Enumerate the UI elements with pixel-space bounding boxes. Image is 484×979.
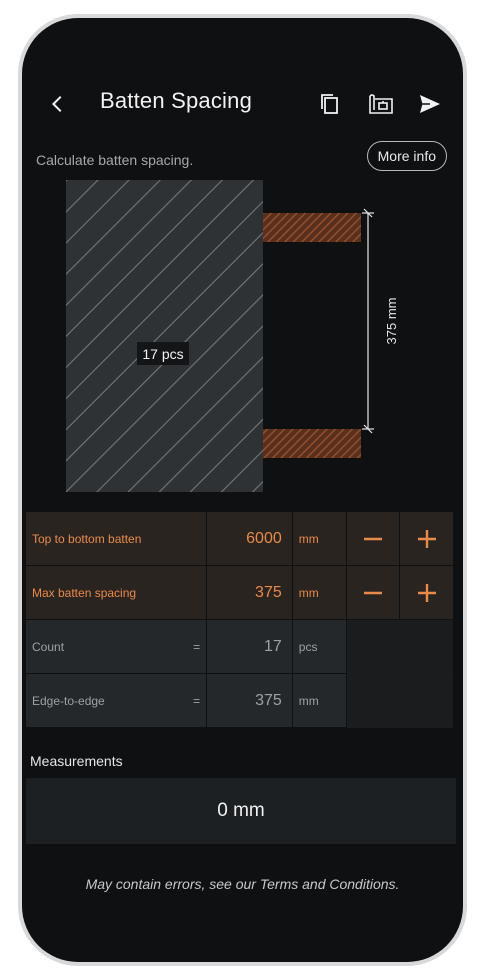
output-row-edge-to-edge: Edge-to-edge = 375 mm [26,674,454,728]
copy-icon [321,94,338,114]
send-icon [420,95,440,113]
chevron-left-icon [51,95,62,113]
output-label: Count = [26,620,208,674]
output-unit: pcs [292,620,347,674]
row-spacer [346,620,454,674]
phone-frame: Batten Spacing Calculate batten spacing.… [18,14,467,966]
floorplan-button[interactable] [367,90,395,118]
batten-top [263,213,361,242]
input-unit: mm [292,512,347,566]
top-app-bar: Batten Spacing [22,18,463,148]
batten-bottom [263,429,361,458]
input-label: Max batten spacing [26,566,208,620]
app-screen: Batten Spacing Calculate batten spacing.… [22,18,463,962]
count-badge: 17 pcs [142,346,183,362]
output-label: Edge-to-edge = [26,674,208,728]
batten-diagram-svg: 17 pcs 375 mm [66,180,399,492]
output-unit: mm [292,674,347,728]
increment-button[interactable] [400,566,454,620]
page-subtitle: Calculate batten spacing. [36,152,194,168]
output-label-text: Edge-to-edge [32,693,105,708]
disclaimer-text[interactable]: May contain errors, see our Terms and Co… [22,876,463,892]
measurements-heading: Measurements [30,753,123,769]
measurements-value[interactable]: 0 mm [26,778,456,844]
top-to-bottom-input[interactable]: 6000 [207,512,293,566]
row-spacer [346,674,454,728]
equals-sign: = [193,639,201,654]
input-unit: mm [292,566,347,620]
input-label: Top to bottom batten [26,512,208,566]
output-label-text: Count [32,639,65,654]
calculator-table: Top to bottom batten 6000 mm Max batten … [26,512,454,728]
batten-diagram: 17 pcs 375 mm [66,180,406,496]
send-button[interactable] [416,90,444,118]
back-button[interactable] [44,90,72,118]
page-title: Batten Spacing [100,88,253,113]
floorplan-icon [369,94,393,114]
input-row-top-to-bottom: Top to bottom batten 6000 mm [26,512,454,566]
plus-icon [417,583,436,602]
output-row-count: Count = 17 pcs [26,620,454,674]
minus-icon [363,591,382,594]
max-spacing-input[interactable]: 375 [207,566,293,620]
dimension-line [362,208,374,434]
equals-sign: = [193,693,201,708]
dimension-label: 375 mm [384,298,399,345]
plus-icon [417,529,436,548]
increment-button[interactable] [400,512,454,566]
input-row-max-spacing: Max batten spacing 375 mm [26,566,454,620]
edge-to-edge-value: 375 [207,674,293,728]
count-value: 17 [207,620,293,674]
decrement-button[interactable] [346,512,401,566]
copy-button[interactable] [316,90,344,118]
decrement-button[interactable] [346,566,401,620]
minus-icon [363,537,382,540]
more-info-button[interactable]: More info [366,141,447,171]
wall-panel [66,180,263,492]
